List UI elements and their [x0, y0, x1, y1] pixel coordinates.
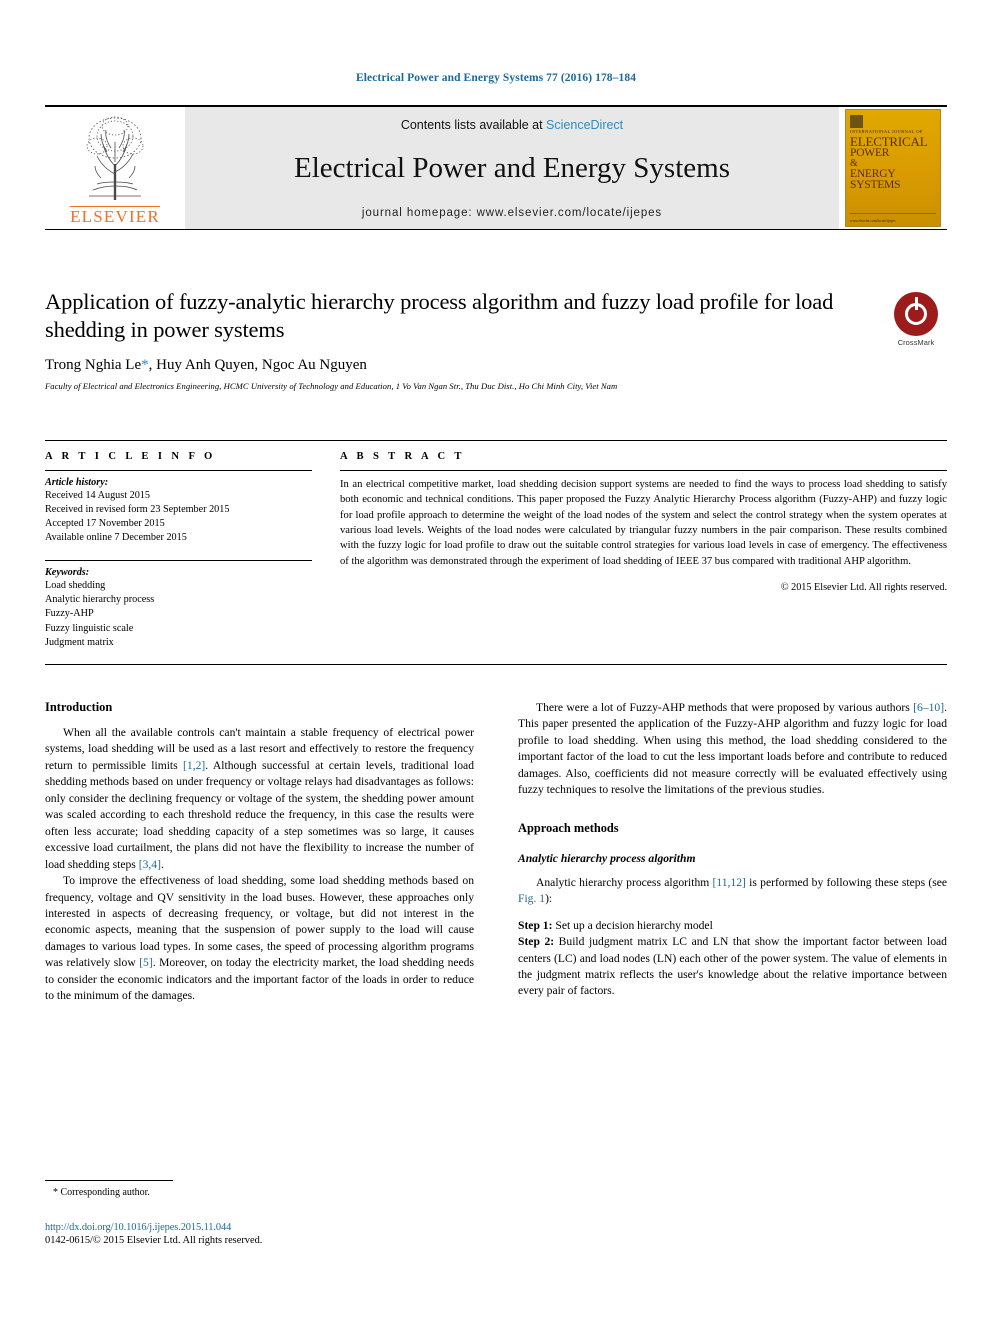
- elsevier-wordmark: ELSEVIER: [70, 206, 160, 227]
- author-list: Trong Nghia Le*, Huy Anh Quyen, Ngoc Au …: [45, 357, 835, 374]
- abstract-text: In an electrical competitive market, loa…: [340, 479, 947, 567]
- elsevier-tree-icon: [86, 116, 144, 200]
- keyword-item: Load shedding: [45, 580, 106, 592]
- sciencedirect-link[interactable]: ScienceDirect: [546, 118, 623, 132]
- intro-p1-b: . Although successful at certain levels,…: [45, 758, 474, 871]
- ahp-p-b: is performed by following these steps (s…: [745, 875, 948, 889]
- citation-link[interactable]: [5]: [139, 956, 153, 969]
- cover-emblem-icon: [850, 115, 863, 128]
- cover-divider: [850, 213, 936, 214]
- journal-title: Electrical Power and Energy Systems: [294, 152, 730, 184]
- figure-reference-link[interactable]: Fig. 1: [518, 892, 545, 905]
- issn-copyright-line: 0142-0615/© 2015 Elsevier Ltd. All right…: [45, 1235, 263, 1246]
- citation-link[interactable]: [1,2]: [183, 759, 205, 772]
- author-primary: Trong Nghia Le: [45, 356, 142, 373]
- keywords-divider: [45, 560, 312, 562]
- ahp-p-a: Analytic hierarchy process algorithm: [536, 875, 713, 889]
- history-item: Available online 7 December 2015: [45, 532, 187, 544]
- body-columns: Introduction When all the available cont…: [45, 700, 947, 1005]
- subsection-heading-ahp: Analytic hierarchy process algorithm: [518, 851, 696, 865]
- title-block: Application of fuzzy-analytic hierarchy …: [45, 288, 835, 391]
- history-item: Received in revised form 23 September 20…: [45, 504, 230, 516]
- body-column-right: There were a lot of Fuzzy-AHP methods th…: [518, 700, 947, 1005]
- citation-link[interactable]: [3,4]: [139, 858, 161, 871]
- keyword-item: Fuzzy linguistic scale: [45, 622, 134, 634]
- body-column-left: Introduction When all the available cont…: [45, 700, 474, 1005]
- running-head: Electrical Power and Energy Systems 77 (…: [355, 72, 637, 84]
- page-title: Application of fuzzy-analytic hierarchy …: [45, 289, 834, 343]
- paper-page: Electrical Power and Energy Systems 77 (…: [0, 0, 992, 1323]
- keywords-block: Keywords: Load shedding Analytic hierarc…: [45, 560, 312, 649]
- intro-p1-c: .: [160, 857, 164, 871]
- section-heading-approach-methods: Approach methods: [518, 820, 619, 835]
- intro-paragraph-1: When all the available controls can't ma…: [45, 725, 474, 873]
- step-1: Step 1: Set up a decision hierarchy mode…: [518, 918, 947, 934]
- article-info-column: A R T I C L E I N F O Article history: R…: [45, 451, 330, 650]
- crossmark-icon: [894, 292, 938, 336]
- right-p1-b: . This paper presented the application o…: [518, 701, 947, 797]
- doi-link[interactable]: http://dx.doi.org/10.1016/j.ijepes.2015.…: [45, 1222, 474, 1233]
- keyword-item: Analytic hierarchy process: [45, 594, 155, 606]
- journal-cover-thumbnail: INTERNATIONAL JOURNAL OF ELECTRICAL POWE…: [839, 107, 947, 229]
- abstract-heading: A B S T R A C T: [340, 451, 465, 462]
- elsevier-logo: ELSEVIER: [45, 107, 185, 229]
- keywords-label: Keywords:: [45, 567, 90, 579]
- abstract-copyright: © 2015 Elsevier Ltd. All rights reserved…: [780, 582, 947, 594]
- contents-available-line: Contents lists available at ScienceDirec…: [401, 118, 623, 132]
- author-rest: , Huy Anh Quyen, Ngoc Au Nguyen: [148, 356, 367, 373]
- abstract-column: A B S T R A C T In an electrical competi…: [330, 451, 947, 650]
- ahp-p-c: ):: [545, 892, 553, 906]
- abstract-divider: [340, 470, 947, 471]
- journal-masthead: ELSEVIER Contents lists available at Sci…: [45, 105, 947, 230]
- footnote-divider: [45, 1180, 173, 1181]
- keyword-item: Judgment matrix: [45, 636, 114, 648]
- step-2: Step 2: Build judgment matrix LC and LN …: [518, 934, 947, 1000]
- contents-prefix: Contents lists available at: [400, 118, 547, 132]
- history-item: Received 14 August 2015: [45, 490, 150, 501]
- intro-paragraph-2: To improve the effectiveness of load she…: [45, 873, 474, 1005]
- corresponding-author-marker: *: [141, 356, 149, 373]
- journal-homepage[interactable]: journal homepage: www.elsevier.com/locat…: [362, 207, 662, 219]
- page-footer: * Corresponding author. http://dx.doi.or…: [45, 1180, 474, 1246]
- corresponding-author-note: * Corresponding author.: [53, 1187, 150, 1198]
- cover-line-systems: SYSTEMS: [850, 178, 901, 191]
- history-item: Accepted 17 November 2015: [45, 518, 165, 530]
- step-2-label: Step 2:: [518, 935, 555, 949]
- cover-line-power: POWER: [850, 147, 890, 160]
- ahp-paragraph: Analytic hierarchy process algorithm [11…: [518, 875, 947, 908]
- section-heading-introduction: Introduction: [45, 700, 113, 714]
- info-divider: [45, 470, 312, 471]
- citation-link[interactable]: [11,12]: [713, 876, 746, 889]
- step-1-text: Set up a decision hierarchy model: [552, 918, 713, 932]
- crossmark-badge[interactable]: CrossMark: [885, 292, 947, 354]
- article-info-abstract: A R T I C L E I N F O Article history: R…: [45, 440, 947, 665]
- step-2-text: Build judgment matrix LC and LN that sho…: [518, 935, 947, 998]
- journal-band: Contents lists available at ScienceDirec…: [185, 107, 839, 229]
- cover-footer-text: www.elsevier.com/locate/ijepes: [850, 218, 896, 223]
- right-paragraph-1: There were a lot of Fuzzy-AHP methods th…: [518, 700, 947, 799]
- right-p1-a: There were a lot of Fuzzy-AHP methods th…: [536, 701, 914, 714]
- step-1-label: Step 1:: [518, 918, 553, 932]
- affiliation: Faculty of Electrical and Electronics En…: [45, 380, 618, 391]
- crossmark-label: CrossMark: [897, 338, 935, 347]
- article-history-label: Article history:: [45, 477, 109, 488]
- keyword-item: Fuzzy-AHP: [45, 608, 94, 620]
- citation-link[interactable]: [6–10]: [913, 701, 944, 714]
- article-info-heading: A R T I C L E I N F O: [45, 451, 216, 462]
